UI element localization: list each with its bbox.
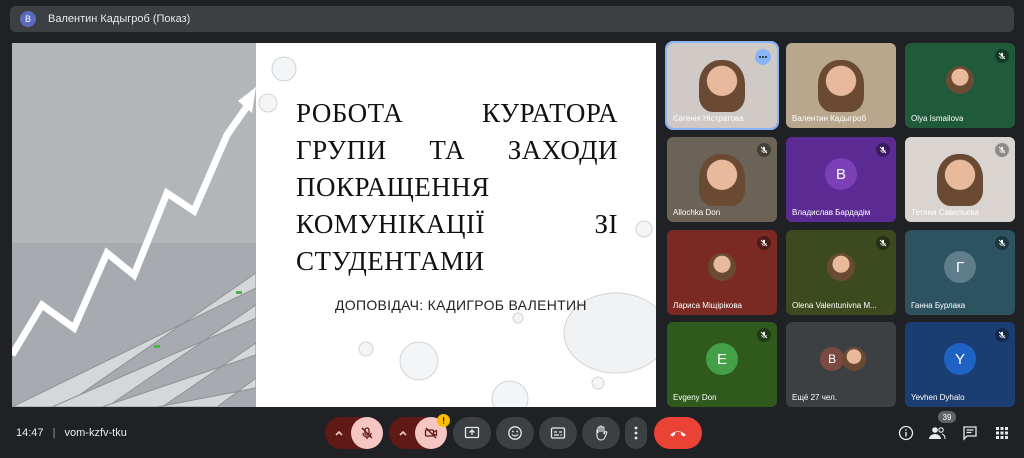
chevron-up-icon — [335, 430, 343, 436]
participant-tile[interactable]: Y Yevhen Dyhalo — [905, 322, 1015, 407]
presenter-avatar: В — [20, 11, 36, 27]
participant-tile[interactable]: Г Ганна Бурлака — [905, 230, 1015, 315]
mic-off-icon — [995, 49, 1009, 63]
raise-hand-icon — [596, 425, 608, 441]
emoji-button[interactable] — [496, 417, 534, 449]
more-icon — [634, 426, 638, 440]
chat-button[interactable] — [961, 424, 979, 442]
participant-tile[interactable]: E Evgeny Don — [667, 322, 777, 407]
participant-video — [818, 59, 864, 112]
slide-title-line: ПОКРАЩЕННЯ — [296, 172, 490, 202]
participant-name: Olena Valentunivna M... — [792, 301, 877, 310]
participant-name: Yevhen Dyhalo — [911, 393, 965, 402]
participant-tile[interactable]: Тетяна Савельєва — [905, 137, 1015, 222]
people-icon — [929, 427, 946, 440]
captions-button[interactable] — [539, 417, 577, 449]
slide-stairs-image — [12, 43, 257, 407]
participant-tile[interactable]: В Владислав Бардадім — [786, 137, 896, 222]
shared-slide: РОБОТА КУРАТОРА ГРУПИ ТА ЗАХОДИ ПОКРАЩЕН… — [12, 43, 656, 407]
captions-icon — [550, 427, 566, 439]
activities-button[interactable] — [993, 424, 1011, 442]
participant-tile[interactable]: Olya Ismailova — [905, 43, 1015, 128]
participant-name: Тетяна Савельєва — [911, 208, 979, 217]
present-icon — [464, 426, 480, 439]
participant-name: Ещё 27 чел. — [792, 393, 837, 402]
meeting-details-button[interactable] — [897, 424, 915, 442]
presenter-title: Валентин Кадыгроб (Показ) — [48, 13, 191, 25]
clock: 14:47 — [16, 427, 44, 439]
end-call-icon — [670, 431, 686, 437]
participant-avatar: E — [706, 343, 738, 376]
participant-tile[interactable]: Olena Valentunivna M... — [786, 230, 896, 315]
mic-off-icon — [995, 143, 1009, 157]
participant-name: Лариса Міщірікова — [673, 301, 742, 310]
mic-off-icon — [876, 143, 890, 157]
participant-name: Владислав Бардадім — [792, 208, 871, 217]
mic-off-icon — [757, 328, 771, 342]
participant-photo — [708, 253, 736, 282]
participant-video — [699, 153, 745, 206]
slide-speaker: ДОПОВІДАЧ: КАДИГРОБ ВАЛЕНТИН — [335, 297, 587, 313]
mic-options-button[interactable] — [325, 417, 353, 449]
participant-photo — [946, 66, 974, 95]
participant-avatar: Г — [944, 251, 976, 284]
participant-name: Evgeny Don — [673, 393, 717, 402]
participant-name: Ганна Бурлака — [911, 301, 966, 310]
mic-off-icon — [995, 328, 1009, 342]
chevron-up-icon — [399, 430, 407, 436]
participant-name: Allochka Don — [673, 208, 721, 217]
participant-tile[interactable]: Євгенія Ністратова — [665, 41, 779, 130]
mic-off-icon — [757, 143, 771, 157]
mic-off-icon — [361, 427, 373, 439]
info-icon — [898, 425, 914, 441]
slide-title-line: РОБОТА КУРАТОРА — [296, 98, 618, 128]
camera-off-icon — [424, 427, 438, 439]
participant-name: Євгенія Ністратова — [673, 114, 744, 123]
present-button[interactable] — [453, 417, 491, 449]
mic-toggle-button[interactable] — [351, 417, 383, 449]
participant-video — [699, 59, 745, 112]
participant-count-badge: 39 — [938, 411, 956, 423]
mic-control-group — [325, 417, 383, 449]
presenter-bar: В Валентин Кадыгроб (Показ) — [10, 6, 1014, 32]
activities-icon — [996, 427, 1008, 439]
people-button[interactable] — [928, 424, 946, 442]
separator: | — [52, 427, 56, 439]
mic-off-icon — [876, 236, 890, 250]
slide-title: РОБОТА КУРАТОРА ГРУПИ ТА ЗАХОДИ ПОКРАЩЕН… — [296, 95, 618, 280]
warning-icon — [437, 414, 450, 427]
slide-title-line: КОМУНІКАЦІЇ ЗІ — [296, 209, 618, 239]
participant-avatar: В — [820, 347, 845, 372]
participant-name: Валентин Кадыгроб — [792, 114, 867, 123]
meeting-code: vom-kzfv-tku — [64, 427, 127, 439]
participant-tile[interactable]: Лариса Міщірікова — [667, 230, 777, 315]
emoji-icon — [508, 426, 522, 440]
participant-video — [937, 153, 983, 206]
participant-avatar: Y — [944, 343, 976, 376]
participant-name: Olya Ismailova — [911, 114, 964, 123]
participant-tile[interactable]: Allochka Don — [667, 137, 777, 222]
raise-hand-button[interactable] — [582, 417, 620, 449]
participant-photo — [827, 253, 855, 282]
camera-options-button[interactable] — [389, 417, 417, 449]
end-call-button[interactable] — [654, 417, 702, 449]
slide-title-line: ГРУПИ ТА ЗАХОДИ — [296, 135, 618, 165]
slide-title-line: СТУДЕНТАМИ — [296, 246, 485, 276]
more-options-button[interactable] — [625, 417, 647, 449]
participant-avatar: В — [825, 158, 857, 191]
more-icon[interactable] — [755, 49, 771, 65]
participant-tile[interactable]: В Ещё 27 чел. — [786, 322, 896, 407]
mic-off-icon — [757, 236, 771, 250]
mic-off-icon — [995, 236, 1009, 250]
participant-tile[interactable]: Валентин Кадыгроб — [786, 43, 896, 128]
chat-icon — [963, 426, 977, 441]
bottom-control-bar: 14:47 | vom-kzfv-tku 39 — [0, 411, 1024, 458]
meeting-info: 14:47 | vom-kzfv-tku — [16, 427, 127, 439]
participant-photo — [842, 347, 867, 372]
